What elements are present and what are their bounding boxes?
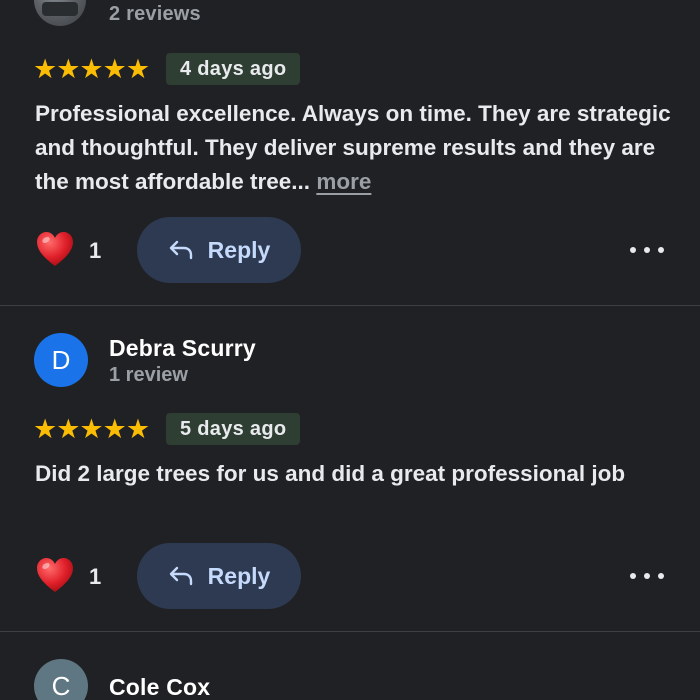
like-count: 1: [89, 564, 102, 589]
reviewer-avatar[interactable]: C: [34, 659, 88, 700]
reply-icon: [169, 566, 192, 586]
time-badge: 4 days ago: [166, 53, 301, 85]
reply-icon: [169, 240, 192, 260]
reply-label: Reply: [207, 562, 271, 589]
star-rating: ★★★★★: [33, 414, 150, 444]
more-link[interactable]: more: [316, 169, 371, 194]
review-count[interactable]: 1 review: [109, 364, 188, 387]
reviewer-name[interactable]: Debra Scurry: [109, 335, 256, 362]
reviewer-name[interactable]: Cole Cox: [109, 674, 210, 700]
more-options-icon[interactable]: [630, 566, 664, 586]
reviews-list: 2 reviews ★★★★★ 4 days ago Professional …: [0, 0, 700, 700]
time-badge: 5 days ago: [166, 413, 301, 445]
heart-icon[interactable]: [35, 230, 75, 270]
review-text: Did 2 large trees for us and did a great…: [35, 461, 626, 486]
reply-button[interactable]: Reply: [137, 543, 301, 609]
reviewer-avatar[interactable]: [34, 0, 86, 26]
review-text: Professional excellence. Always on time.…: [35, 97, 675, 199]
like-count: 1: [89, 238, 102, 263]
reply-label: Reply: [207, 236, 271, 263]
reply-button[interactable]: Reply: [137, 217, 301, 283]
reviewer-avatar[interactable]: D: [34, 333, 88, 387]
divider: [0, 305, 700, 306]
heart-icon[interactable]: [35, 556, 75, 596]
review-count[interactable]: 2 reviews: [109, 3, 201, 26]
more-options-icon[interactable]: [630, 240, 664, 260]
divider: [0, 631, 700, 632]
star-rating: ★★★★★: [33, 54, 150, 84]
